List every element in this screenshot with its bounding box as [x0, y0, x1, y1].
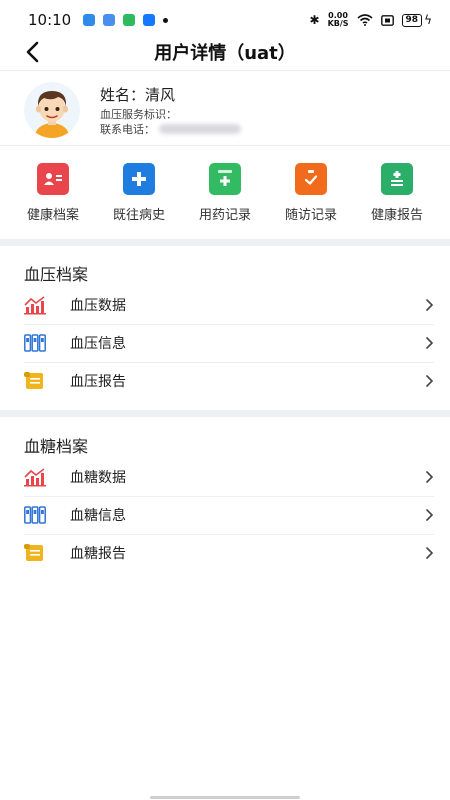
- bar-chart-icon: [24, 295, 46, 315]
- health-report-button[interactable]: 健康报告: [354, 163, 440, 227]
- section-separator: [0, 410, 450, 417]
- report-document-icon: [381, 163, 413, 195]
- sim-icon: [380, 14, 394, 26]
- bp-section-title: 血压档案: [24, 265, 89, 284]
- notification-app-icon: [83, 14, 96, 26]
- net-speed-unit: KB/S: [327, 19, 349, 28]
- bluetooth-icon: ✱: [309, 13, 320, 27]
- status-time: 10:10: [28, 11, 72, 29]
- medical-history-button[interactable]: 既往病史: [96, 163, 182, 227]
- phone-label: 联系电话：: [100, 122, 155, 136]
- charging-icon: ϟ: [424, 13, 432, 27]
- bg-data-label: 血糖数据: [70, 470, 126, 486]
- medical-history-label: 既往病史: [112, 208, 165, 223]
- status-right: ✱ 0.00 KB/S 98 ϟ: [310, 12, 433, 28]
- bg-info-label: 血糖信息: [70, 508, 126, 524]
- follow-up-record-button[interactable]: 随访记录: [268, 163, 354, 227]
- section-separator: [0, 239, 450, 246]
- header-divider: [0, 70, 450, 71]
- chevron-right-icon: [426, 375, 434, 387]
- notification-more-dot: [163, 17, 169, 23]
- profile-info: 姓名：清风 血压服务标识： 联系电话：: [100, 84, 241, 137]
- net-speed: 0.00 KB/S: [328, 12, 349, 28]
- notification-wechat-icon: [123, 14, 136, 26]
- nav-bar: 用户详情（uat）: [0, 34, 450, 70]
- battery-level: 98: [401, 13, 423, 27]
- bar-chart-icon: [24, 467, 46, 487]
- medication-record-label: 用药记录: [198, 208, 251, 223]
- bp-data-row[interactable]: 血压数据: [24, 286, 434, 324]
- health-report-label: 健康报告: [370, 208, 423, 223]
- bp-report-label: 血压报告: [70, 374, 126, 390]
- service-id-row: 血压服务标识：: [100, 107, 241, 122]
- bp-report-row[interactable]: 血压报告: [24, 362, 434, 400]
- user-name: 姓名：清风: [100, 85, 176, 104]
- health-archive-button[interactable]: 健康档案: [10, 163, 96, 227]
- binders-icon: [24, 333, 46, 353]
- scroll-report-icon: [24, 371, 46, 391]
- quick-action-grid: 健康档案 既往病史 用药记录 随访记录 健康报告: [0, 163, 450, 227]
- chevron-right-icon: [426, 299, 434, 311]
- bp-data-label: 血压数据: [70, 298, 126, 314]
- bg-report-label: 血糖报告: [70, 546, 126, 562]
- medication-record-button[interactable]: 用药记录: [182, 163, 268, 227]
- chevron-right-icon: [426, 547, 434, 559]
- chevron-right-icon: [426, 471, 434, 483]
- page-title: 用户详情（uat）: [154, 43, 296, 64]
- clipboard-check-icon: [295, 163, 327, 195]
- follow-up-record-label: 随访记录: [284, 208, 337, 223]
- chevron-right-icon: [426, 509, 434, 521]
- wifi-icon: [357, 14, 373, 26]
- bg-report-row[interactable]: 血糖报告: [24, 534, 434, 572]
- user-profile: 姓名：清风 血压服务标识： 联系电话：: [24, 82, 434, 138]
- bg-info-row[interactable]: 血糖信息: [24, 496, 434, 534]
- profile-divider: [0, 145, 450, 146]
- phone-row: 联系电话：: [100, 122, 241, 137]
- scroll-report-icon: [24, 543, 46, 563]
- chevron-right-icon: [426, 337, 434, 349]
- profile-card-icon: [37, 163, 69, 195]
- bg-data-row[interactable]: 血糖数据: [24, 458, 434, 496]
- bp-info-label: 血压信息: [70, 336, 126, 352]
- health-archive-label: 健康档案: [26, 208, 79, 223]
- back-arrow-icon[interactable]: [22, 40, 46, 64]
- bp-info-row[interactable]: 血压信息: [24, 324, 434, 362]
- add-document-icon: [123, 163, 155, 195]
- phone-redacted-blur: [159, 124, 241, 134]
- binders-icon: [24, 505, 46, 525]
- avatar: [24, 82, 80, 138]
- notification-alipay-icon: [143, 14, 156, 26]
- service-id-label: 血压服务标识：: [100, 107, 177, 121]
- home-indicator[interactable]: [150, 796, 300, 799]
- bg-section-title: 血糖档案: [24, 437, 89, 456]
- notification-message-icon: [103, 14, 116, 26]
- medicine-box-icon: [209, 163, 241, 195]
